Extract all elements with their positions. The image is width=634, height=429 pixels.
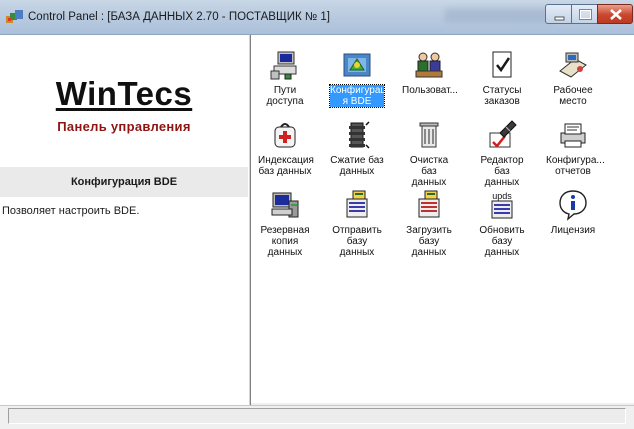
window-title: Control Panel : [БАЗА ДАННЫХ 2.70 - ПОСТ…: [28, 11, 331, 23]
load-db-icon: [418, 190, 440, 218]
applet-backup[interactable]: Резервная копия данных: [258, 189, 312, 258]
db-indexing-icon: [274, 123, 296, 148]
minimize-icon: [554, 16, 565, 21]
applet-label: Редактор баз данных: [480, 155, 524, 188]
maximize-button[interactable]: [571, 4, 598, 24]
bde-config-icon: [343, 53, 371, 77]
selected-item-header: Конфигурация BDE: [0, 167, 248, 197]
logo-subtitle: Панель управления: [57, 119, 191, 134]
applet-load-db[interactable]: Загрузить базу данных: [402, 189, 456, 258]
applet-db-compress[interactable]: Сжатие баз данных: [330, 119, 384, 177]
order-status-icon: [492, 51, 512, 78]
logo-text-win: Win: [55, 75, 118, 112]
applet-db-cleanup[interactable]: Очистка баз данных: [402, 119, 456, 188]
workplace-icon: [559, 52, 587, 78]
applet-label: Отправить базу данных: [332, 225, 382, 258]
applet-users[interactable]: Пользоват...: [402, 49, 458, 96]
applet-label: Рабочее место: [553, 85, 593, 107]
applet-send-db[interactable]: Отправить базу данных: [330, 189, 384, 258]
backup-icon: [271, 192, 299, 218]
reports-config-icon: [560, 123, 586, 148]
applets-view: Пути доступа Конфигураци я BDE Пользоват…: [251, 35, 634, 403]
applet-license[interactable]: Лицензия: [546, 189, 600, 236]
background-blur: [445, 8, 555, 22]
info-pane: WinTecs Панель управления Конфигурация B…: [0, 35, 251, 405]
applet-label: Резервная копия данных: [260, 225, 310, 258]
applet-update-db[interactable]: upds Обновить базу данных: [475, 189, 529, 258]
logo-text-tecs: Tecs: [117, 75, 193, 112]
minimize-button[interactable]: [545, 4, 572, 24]
applet-label: Лицензия: [550, 225, 596, 236]
status-bar: [0, 405, 634, 429]
app-icon: [6, 10, 23, 23]
applet-bde-config[interactable]: Конфигураци я BDE: [329, 49, 392, 108]
applet-label: Пользоват...: [402, 85, 458, 96]
applet-db-indexing[interactable]: Индексация баз данных: [258, 119, 314, 177]
db-cleanup-icon: [419, 122, 439, 148]
applet-reports-config[interactable]: Конфигура... отчетов: [546, 119, 605, 177]
applet-label: Обновить базу данных: [479, 225, 525, 258]
applet-workplace[interactable]: Рабочее место: [546, 49, 600, 107]
send-db-icon: [346, 190, 368, 218]
maximize-icon: [579, 9, 592, 20]
applet-label: Индексация баз данных: [258, 155, 314, 177]
applet-label: Очистка баз данных: [409, 155, 449, 188]
selected-item-description: Позволяет настроить BDE.: [2, 205, 140, 217]
applet-order-status[interactable]: Статусы заказов: [475, 49, 529, 107]
applet-label: Статусы заказов: [482, 85, 522, 107]
applet-db-editor[interactable]: Редактор баз данных: [475, 119, 529, 188]
applet-access-paths[interactable]: Пути доступа: [258, 49, 312, 107]
control-panel-window: Control Panel : [БАЗА ДАННЫХ 2.70 - ПОСТ…: [0, 0, 634, 429]
wintecs-logo: WinTecs Панель управления: [0, 75, 248, 134]
access-paths-icon: [270, 51, 297, 80]
applet-label: Конфигураци я BDE: [329, 84, 392, 108]
users-icon: [415, 52, 443, 78]
applet-label: Конфигура... отчетов: [546, 155, 605, 177]
close-button[interactable]: [597, 4, 633, 24]
applet-label: Сжатие баз данных: [330, 155, 384, 177]
applet-label: Загрузить базу данных: [406, 225, 452, 258]
status-panel: [8, 408, 626, 424]
db-editor-icon: [489, 120, 517, 148]
db-compress-icon: [349, 121, 370, 149]
update-db-icon: upds: [491, 191, 513, 219]
applet-label: Пути доступа: [266, 85, 304, 107]
close-icon: [610, 9, 622, 20]
update-icon-caption: upds: [492, 191, 512, 201]
title-bar[interactable]: Control Panel : [БАЗА ДАННЫХ 2.70 - ПОСТ…: [0, 0, 634, 35]
license-icon: [559, 190, 587, 221]
